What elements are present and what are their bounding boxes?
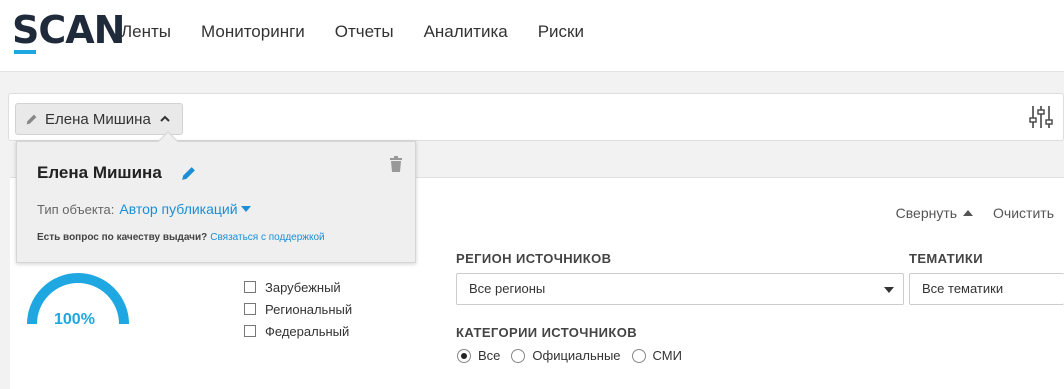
region-value: Все регионы <box>469 281 546 296</box>
radio-button[interactable] <box>631 348 646 363</box>
main-nav: Ленты Мониторинги Отчеты Аналитика Риски <box>121 22 584 42</box>
region-select[interactable]: Все регионы <box>456 273 904 305</box>
nav-item-risks[interactable]: Риски <box>538 22 584 42</box>
radio-official[interactable]: Официальные <box>511 348 621 363</box>
object-chip[interactable]: Елена Мишина <box>15 103 183 135</box>
radio-button-selected[interactable] <box>457 348 471 363</box>
check-foreign[interactable]: Зарубежный <box>244 276 352 298</box>
radio-label: СМИ <box>652 348 682 363</box>
radio-button[interactable] <box>511 348 526 363</box>
caret-down-icon <box>240 206 251 212</box>
logo-letters: CAN <box>38 8 125 52</box>
object-type-dropdown[interactable]: Автор публикаций <box>119 201 251 217</box>
nav-item-feeds[interactable]: Ленты <box>121 22 171 42</box>
scan-logo[interactable]: SCAN <box>12 8 125 52</box>
collapse-button[interactable]: Свернуть <box>895 205 974 221</box>
check-regional[interactable]: Региональный <box>244 298 352 320</box>
nav-item-monitorings[interactable]: Мониторинги <box>201 22 305 42</box>
panel-actions: Свернуть Очистить <box>896 205 1054 221</box>
check-label: Региональный <box>265 301 353 317</box>
radio-label: Все <box>478 348 501 363</box>
support-row: Есть вопрос по качеству выдачи? Связаться… <box>37 232 325 243</box>
caret-down-icon <box>884 287 894 293</box>
checkbox[interactable] <box>244 325 256 337</box>
themes-value: Все тематики <box>922 281 1004 296</box>
radio-media[interactable]: СМИ <box>631 348 682 363</box>
gauge-value: 100% <box>54 311 95 328</box>
nav-item-reports[interactable]: Отчеты <box>335 22 394 42</box>
checkbox[interactable] <box>244 281 256 293</box>
object-type-value: Автор публикаций <box>119 201 238 217</box>
edit-pencil-icon[interactable] <box>180 165 197 182</box>
logo-letter-s: S <box>12 8 39 52</box>
contact-support-link[interactable]: Связаться с поддержкой <box>210 232 324 243</box>
chevron-up-icon[interactable] <box>159 113 171 125</box>
object-type-label: Тип объекта: <box>37 202 115 217</box>
themes-select[interactable]: Все тематики <box>909 273 1064 305</box>
clear-button[interactable]: Очистить <box>993 205 1054 221</box>
region-title: РЕГИОН ИСТОЧНИКОВ <box>456 251 612 266</box>
check-label: Федеральный <box>265 323 350 339</box>
source-level-checks: Зарубежный Региональный Федеральный <box>244 276 352 342</box>
checkbox[interactable] <box>244 303 256 315</box>
collapse-label: Свернуть <box>895 205 958 221</box>
popover-object-name: Елена Мишина <box>37 163 162 182</box>
filters-settings-icon[interactable] <box>1029 104 1053 130</box>
radio-all[interactable]: Все <box>457 348 500 363</box>
themes-title: ТЕМАТИКИ <box>909 251 983 266</box>
object-popover: Елена Мишина Тип объекта: Автор публикаци… <box>16 131 416 263</box>
trash-icon[interactable] <box>389 156 403 172</box>
check-federal[interactable]: Федеральный <box>244 320 352 342</box>
nav-item-analytics[interactable]: Аналитика <box>424 22 508 42</box>
chip-label: Елена Мишина <box>45 110 151 128</box>
support-question: Есть вопрос по качеству выдачи? <box>37 232 208 243</box>
check-label: Зарубежный <box>265 279 341 295</box>
pencil-icon <box>26 114 37 124</box>
radio-label: Официальные <box>532 348 621 363</box>
top-header: SCAN Ленты Мониторинги Отчеты Аналитика … <box>0 0 1064 72</box>
categories-radio-group: Все Официальные СМИ <box>457 348 693 363</box>
categories-title: КАТЕГОРИИ ИСТОЧНИКОВ <box>456 325 638 340</box>
object-type-row: Тип объекта: Автор публикаций <box>37 201 251 217</box>
caret-up-icon <box>963 210 974 216</box>
